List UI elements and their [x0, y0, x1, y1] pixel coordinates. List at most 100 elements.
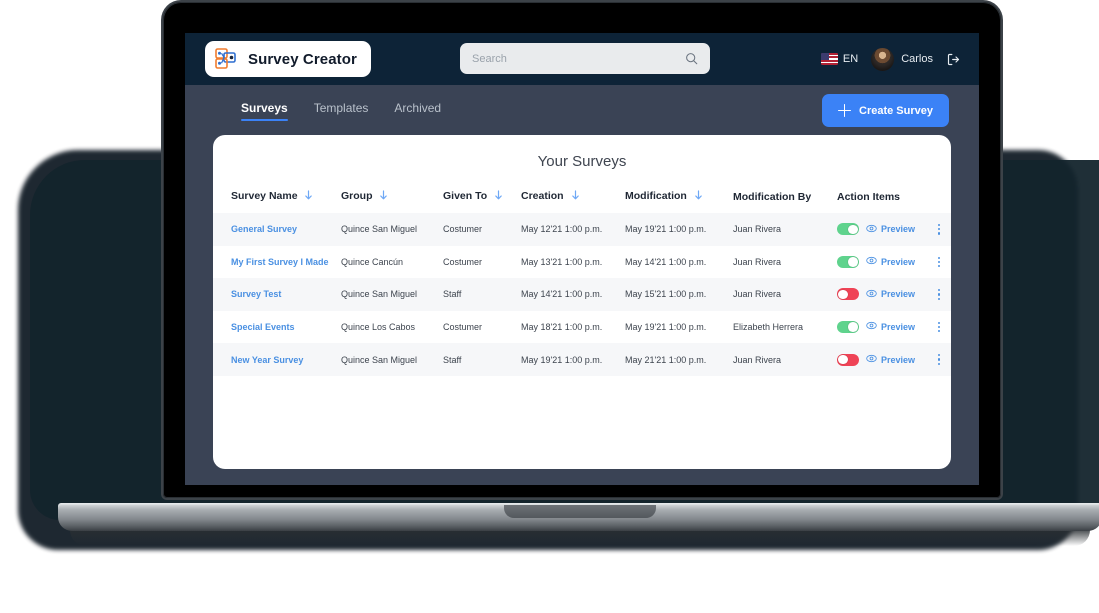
cell-modification: May 19'21 1:00 p.m. [625, 311, 733, 344]
sort-arrow-icon[interactable] [379, 190, 388, 203]
cell-group: Quince San Miguel [341, 343, 443, 376]
survey-name-link[interactable]: My First Survey I Made [231, 257, 329, 267]
cell-creation: May 13'21 1:00 p.m. [521, 246, 625, 279]
status-toggle[interactable] [837, 321, 859, 333]
preview-label: Preview [881, 322, 915, 332]
column-label: Creation [521, 190, 564, 202]
toggle-knob [848, 257, 857, 266]
tab-surveys[interactable]: Surveys [241, 101, 288, 121]
status-toggle[interactable] [837, 354, 859, 366]
table-row: My First Survey I MadeQuince CancúnCostu… [213, 246, 951, 279]
language-label: EN [843, 53, 858, 65]
status-toggle[interactable] [837, 256, 859, 268]
app-screen: Survey Creator [185, 33, 979, 485]
cell-action-items: Preview [837, 213, 951, 246]
table-header-row: Survey Name Group Given To [213, 184, 951, 213]
cell-modification-by: Elizabeth Herrera [733, 311, 837, 344]
table-row: Special EventsQuince Los CabosCostumerMa… [213, 311, 951, 344]
cell-given-to: Staff [443, 343, 521, 376]
preview-label: Preview [881, 355, 915, 365]
sort-arrow-icon[interactable] [571, 190, 580, 203]
laptop-base-notch [504, 505, 656, 518]
search-icon [685, 52, 698, 65]
plus-icon [838, 104, 851, 117]
column-header-survey-name[interactable]: Survey Name [213, 184, 341, 213]
brand-logo-container[interactable]: Survey Creator [205, 41, 371, 77]
tab-archived[interactable]: Archived [394, 101, 441, 121]
row-menu-button[interactable] [935, 255, 943, 270]
cell-given-to: Costumer [443, 213, 521, 246]
eye-icon [866, 223, 877, 236]
preview-label: Preview [881, 257, 915, 267]
cell-given-to: Costumer [443, 311, 521, 344]
survey-name-link[interactable]: Special Events [231, 322, 295, 332]
surveys-table: Survey Name Group Given To [213, 184, 951, 376]
cell-action-items: Preview [837, 246, 951, 279]
cell-modification: May 15'21 1:00 p.m. [625, 278, 733, 311]
header-right-cluster: EN Carlos [821, 33, 961, 85]
preview-button[interactable]: Preview [866, 223, 915, 236]
cell-creation: May 14'21 1:00 p.m. [521, 278, 625, 311]
cell-action-items: Preview [837, 278, 951, 311]
toggle-knob [848, 225, 857, 234]
preview-button[interactable]: Preview [866, 353, 915, 366]
preview-button[interactable]: Preview [866, 255, 915, 268]
cell-given-to: Staff [443, 278, 521, 311]
sort-arrow-icon[interactable] [494, 190, 503, 203]
row-menu-button[interactable] [935, 320, 943, 335]
brand-name: Survey Creator [248, 51, 357, 68]
cell-survey-name: Special Events [213, 311, 341, 344]
row-menu-button[interactable] [935, 352, 943, 367]
language-selector[interactable]: EN [821, 53, 858, 65]
column-label: Modification [625, 190, 687, 202]
table-row: General SurveyQuince San MiguelCostumerM… [213, 213, 951, 246]
us-flag-icon [821, 53, 838, 65]
eye-icon [866, 353, 877, 366]
search-input[interactable] [472, 53, 685, 65]
cell-survey-name: General Survey [213, 213, 341, 246]
toggle-knob [848, 322, 857, 331]
cell-creation: May 19'21 1:00 p.m. [521, 343, 625, 376]
preview-button[interactable]: Preview [866, 288, 915, 301]
survey-name-link[interactable]: New Year Survey [231, 355, 303, 365]
column-header-creation[interactable]: Creation [521, 184, 625, 213]
cell-action-items: Preview [837, 343, 951, 376]
status-toggle[interactable] [837, 288, 859, 300]
create-survey-label: Create Survey [859, 105, 933, 117]
column-label: Survey Name [231, 190, 298, 202]
eye-icon [866, 320, 877, 333]
nav-row: Surveys Templates Archived Create Survey [185, 85, 979, 139]
sort-arrow-icon[interactable] [694, 190, 703, 203]
cell-modification-by: Juan Rivera [733, 343, 837, 376]
preview-button[interactable]: Preview [866, 320, 915, 333]
cell-creation: May 12'21 1:00 p.m. [521, 213, 625, 246]
laptop-base-shadow [70, 530, 1090, 546]
column-header-action-items: Action Items [837, 184, 951, 213]
column-label: Group [341, 190, 373, 202]
create-survey-button[interactable]: Create Survey [822, 94, 949, 127]
status-toggle[interactable] [837, 223, 859, 235]
eye-icon [866, 288, 877, 301]
user-menu[interactable]: Carlos [871, 48, 933, 71]
cell-given-to: Costumer [443, 246, 521, 279]
row-menu-button[interactable] [935, 287, 943, 302]
sort-arrow-icon[interactable] [304, 190, 313, 203]
row-menu-button[interactable] [935, 222, 943, 237]
screenshot-stage: Survey Creator [0, 0, 1099, 613]
survey-name-link[interactable]: General Survey [231, 224, 297, 234]
preview-label: Preview [881, 224, 915, 234]
cell-group: Quince San Miguel [341, 278, 443, 311]
flowchart-icon [213, 46, 239, 72]
page-title: Your Surveys [213, 135, 951, 184]
search-box[interactable] [460, 43, 710, 74]
column-header-modification[interactable]: Modification [625, 184, 733, 213]
tab-templates[interactable]: Templates [314, 101, 369, 121]
column-header-group[interactable]: Group [341, 184, 443, 213]
toggle-knob [838, 290, 847, 299]
avatar [871, 48, 894, 71]
column-header-given-to[interactable]: Given To [443, 184, 521, 213]
surveys-card: Your Surveys Survey Name [213, 135, 951, 469]
cell-survey-name: My First Survey I Made [213, 246, 341, 279]
survey-name-link[interactable]: Survey Test [231, 289, 281, 299]
logout-icon[interactable] [946, 52, 961, 67]
